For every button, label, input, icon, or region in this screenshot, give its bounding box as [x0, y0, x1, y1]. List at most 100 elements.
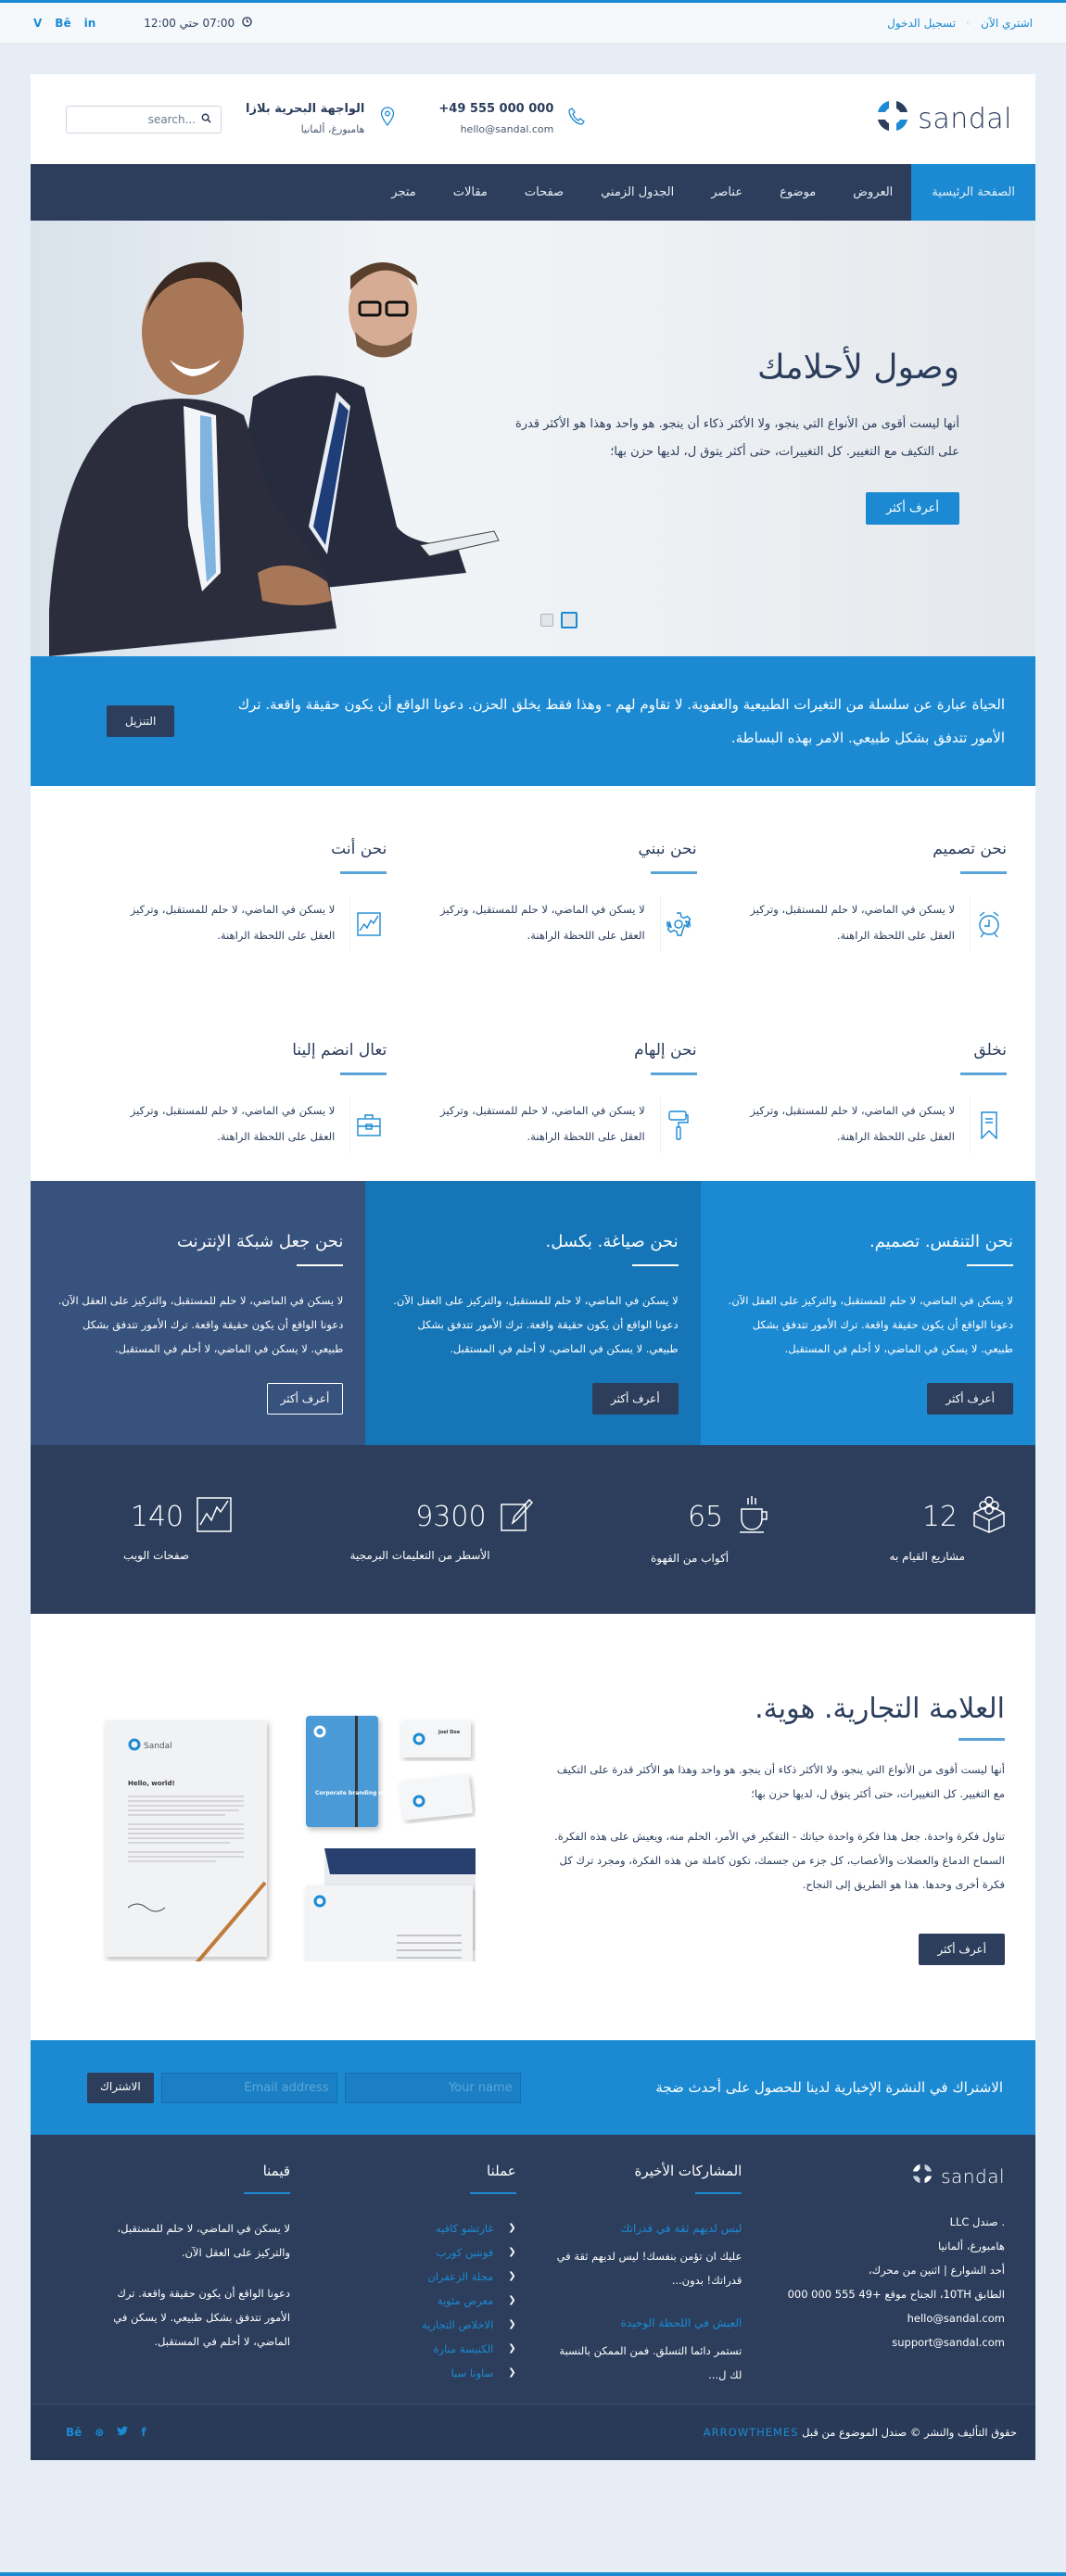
stat-label: الأسطر من التعليمات البرمجية — [349, 1549, 490, 1562]
work-link-label[interactable]: الكنيسة منارة — [434, 2337, 494, 2361]
behance-link[interactable]: Bē — [55, 17, 70, 30]
address-line2: هامبورغ، ألمانيا — [300, 122, 365, 135]
chevron-left-icon: ❮ — [508, 2319, 516, 2329]
service-title: نحن التنفس. تصميم. — [869, 1232, 1013, 1251]
buy-now-link[interactable]: اشتري الآن — [981, 17, 1033, 30]
service-learn-more-button[interactable]: أعرف أكثر — [266, 1383, 344, 1415]
nav-item-elements[interactable]: عناصر — [692, 164, 761, 221]
work-link-label[interactable]: ساونا سبا — [451, 2361, 494, 2385]
hero-slider: وصول لأحلامك أنها ليست أقوى من الأنواع ا… — [31, 221, 1035, 656]
facebook-link[interactable]: f — [141, 2426, 146, 2439]
nav-item-theme[interactable]: موضوع — [761, 164, 834, 221]
title-underline — [695, 2192, 742, 2194]
post-excerpt: تستمر دائما التسلق. فمن الممكن بالنسبة ل… — [559, 2344, 742, 2381]
slider-dot-1[interactable] — [540, 614, 553, 627]
download-button[interactable]: التنزيل — [107, 705, 175, 737]
topbar-left: V Bē in 07:00 حتي 12:00 — [33, 17, 252, 30]
chart-icon — [349, 896, 387, 952]
work-link[interactable]: ❮ الكنيسة منارة — [331, 2337, 516, 2361]
arrowthemes-link[interactable]: ARROWTHEMES — [704, 2426, 799, 2439]
login-link[interactable]: تسجيل الدخول — [887, 17, 956, 30]
work-link-label[interactable]: مجلة الزعفران — [427, 2265, 493, 2289]
work-link-label[interactable]: الاخلاص التجارية — [422, 2313, 493, 2337]
subscribe-button[interactable]: الاشتراك — [87, 2072, 154, 2103]
vine-link[interactable]: V — [33, 17, 42, 30]
service-learn-more-button[interactable]: أعرف أكثر — [592, 1383, 679, 1415]
title-underline — [960, 871, 1007, 874]
work-link[interactable]: ❮ ساونا سبا — [331, 2361, 516, 2385]
mockup-card-name: Joel Doe — [438, 1730, 461, 1735]
services-columns: نحن التنفس. تصميم. لا يسكن في الماضي، لا… — [31, 1181, 1035, 1445]
work-link[interactable]: ❮ فونتين كورب — [331, 2240, 516, 2265]
stat-item: 12 مشاريع القيام به — [890, 1496, 1008, 1563]
hero-learn-more-button[interactable]: أعرف أكثر — [865, 492, 959, 525]
search-icon[interactable] — [201, 113, 211, 126]
site-logo[interactable]: sandal — [875, 98, 1012, 141]
service-learn-more-button[interactable]: أعرف أكثر — [927, 1383, 1013, 1415]
nav-item-offers[interactable]: العروض — [834, 164, 911, 221]
org-email[interactable]: support@sandal.com — [782, 2330, 1005, 2354]
chart-icon — [197, 1497, 232, 1536]
search-input[interactable]: search... — [148, 113, 196, 126]
nav-item-shop[interactable]: متجر — [373, 164, 434, 221]
copyright-text: حقوق التأليف والنشر © صندل الموضوع من قب… — [802, 2426, 1017, 2439]
chevron-left-icon: ❮ — [508, 2247, 516, 2257]
linkedin-link[interactable]: in — [84, 17, 96, 30]
org-email[interactable]: hello@sandal.com — [782, 2306, 1005, 2330]
work-link-label[interactable]: معرض مئوية — [438, 2289, 494, 2313]
briefcase-icon — [349, 1098, 387, 1153]
post-title-link[interactable]: العيش في اللحظة الوحيدة — [556, 2311, 742, 2335]
title-underline — [650, 1072, 697, 1075]
post-title-link[interactable]: ليس لديهم ثقة في قدراتك — [556, 2216, 742, 2240]
nav-item-pages[interactable]: صفحات — [506, 164, 582, 221]
search-box[interactable]: search... — [66, 105, 222, 133]
email-field[interactable] — [160, 2072, 337, 2103]
footer-recent-posts: المشاركات الأخيرة ليس لديهم ثقة في قدرات… — [556, 2163, 742, 2405]
feature-title: نحن تصميم — [933, 840, 1007, 858]
email-address[interactable]: hello@sandal.com — [438, 120, 554, 140]
footer-logo[interactable]: sandal — [782, 2163, 1005, 2189]
hero-text: أنها ليست أقوى من الأنواع التي ينجو، ولا… — [514, 417, 959, 459]
work-link-label[interactable]: غارتشو كافيه — [436, 2216, 493, 2240]
stat-value: 9300 — [415, 1500, 487, 1533]
address-line1: الواجهة البحرية بلازا — [246, 101, 365, 116]
newsletter-heading: الاشتراك في النشرة الإخبارية لدينا للحصو… — [655, 2079, 1003, 2096]
hero-content: وصول لأحلامك أنها ليست أقوى من الأنواع ا… — [496, 349, 959, 525]
feature-title: تعال انضم إلينا — [292, 1041, 387, 1060]
work-link-label[interactable]: فونتين كورب — [437, 2240, 494, 2265]
nav-item-timeline[interactable]: الجدول الزمني — [582, 164, 692, 221]
twitter-link[interactable] — [117, 2426, 129, 2439]
brand-learn-more-button[interactable]: أعرف أكثر — [919, 1934, 1005, 1965]
work-link[interactable]: ❮ معرض مئوية — [331, 2289, 516, 2313]
work-link[interactable]: ❮ مجلة الزعفران — [331, 2265, 515, 2289]
opening-hours: 07:00 حتي 12:00 — [144, 17, 252, 30]
nav-item-articles[interactable]: مقالات — [435, 164, 506, 221]
hours-text: 07:00 حتي 12:00 — [144, 16, 235, 30]
chevron-left-icon: ❮ — [508, 2223, 516, 2233]
feature-title: نخلق — [973, 1041, 1007, 1060]
title-underline — [297, 1264, 344, 1266]
separator: ◦ — [965, 16, 972, 30]
chevron-left-icon: ❮ — [508, 2367, 516, 2378]
slider-dot-2[interactable] — [561, 612, 577, 628]
phone-number[interactable]: +49 555 000 000 — [438, 99, 553, 120]
brand-section: Sandal Hello, world! Corporate branding … — [31, 1614, 1035, 2040]
title-underline — [340, 871, 387, 874]
dribbble-link[interactable]: ⊛ — [95, 2426, 104, 2439]
cta-text: الحياة عبارة عن سلسلة من التغيرات الطبيع… — [237, 696, 1005, 746]
clock-icon — [242, 16, 252, 30]
behance-link[interactable]: Bē — [66, 2426, 82, 2439]
feature-item: نحن تصميم لا يسكن في الماضي، لا حلم للمس… — [697, 840, 1007, 952]
logo-text: sandal — [918, 103, 1012, 135]
work-link[interactable]: ❮ غارتشو كافيه — [331, 2216, 516, 2240]
name-field[interactable] — [344, 2072, 521, 2103]
feature-text: لا يسكن في الماضي، لا حلم للمستقبل، وترك… — [440, 1104, 645, 1143]
nav-item-home[interactable]: الصفحة الرئيسية — [911, 164, 1035, 221]
footer-our-values: قيمنا لا يسكن في الماضي، لا حلم للمستقبل… — [95, 2163, 291, 2405]
hero-title: وصول لأحلامك — [756, 349, 959, 387]
work-link[interactable]: ❮ الاخلاص التجارية — [331, 2313, 516, 2337]
feature-item: نخلق لا يسكن في الماضي، لا حلم للمستقبل،… — [697, 1041, 1007, 1153]
alarm-clock-icon — [970, 896, 1007, 952]
features-grid: نحن تصميم لا يسكن في الماضي، لا حلم للمس… — [31, 786, 1035, 1181]
brand-title: العلامة التجارية. هوية. — [755, 1693, 1005, 1725]
